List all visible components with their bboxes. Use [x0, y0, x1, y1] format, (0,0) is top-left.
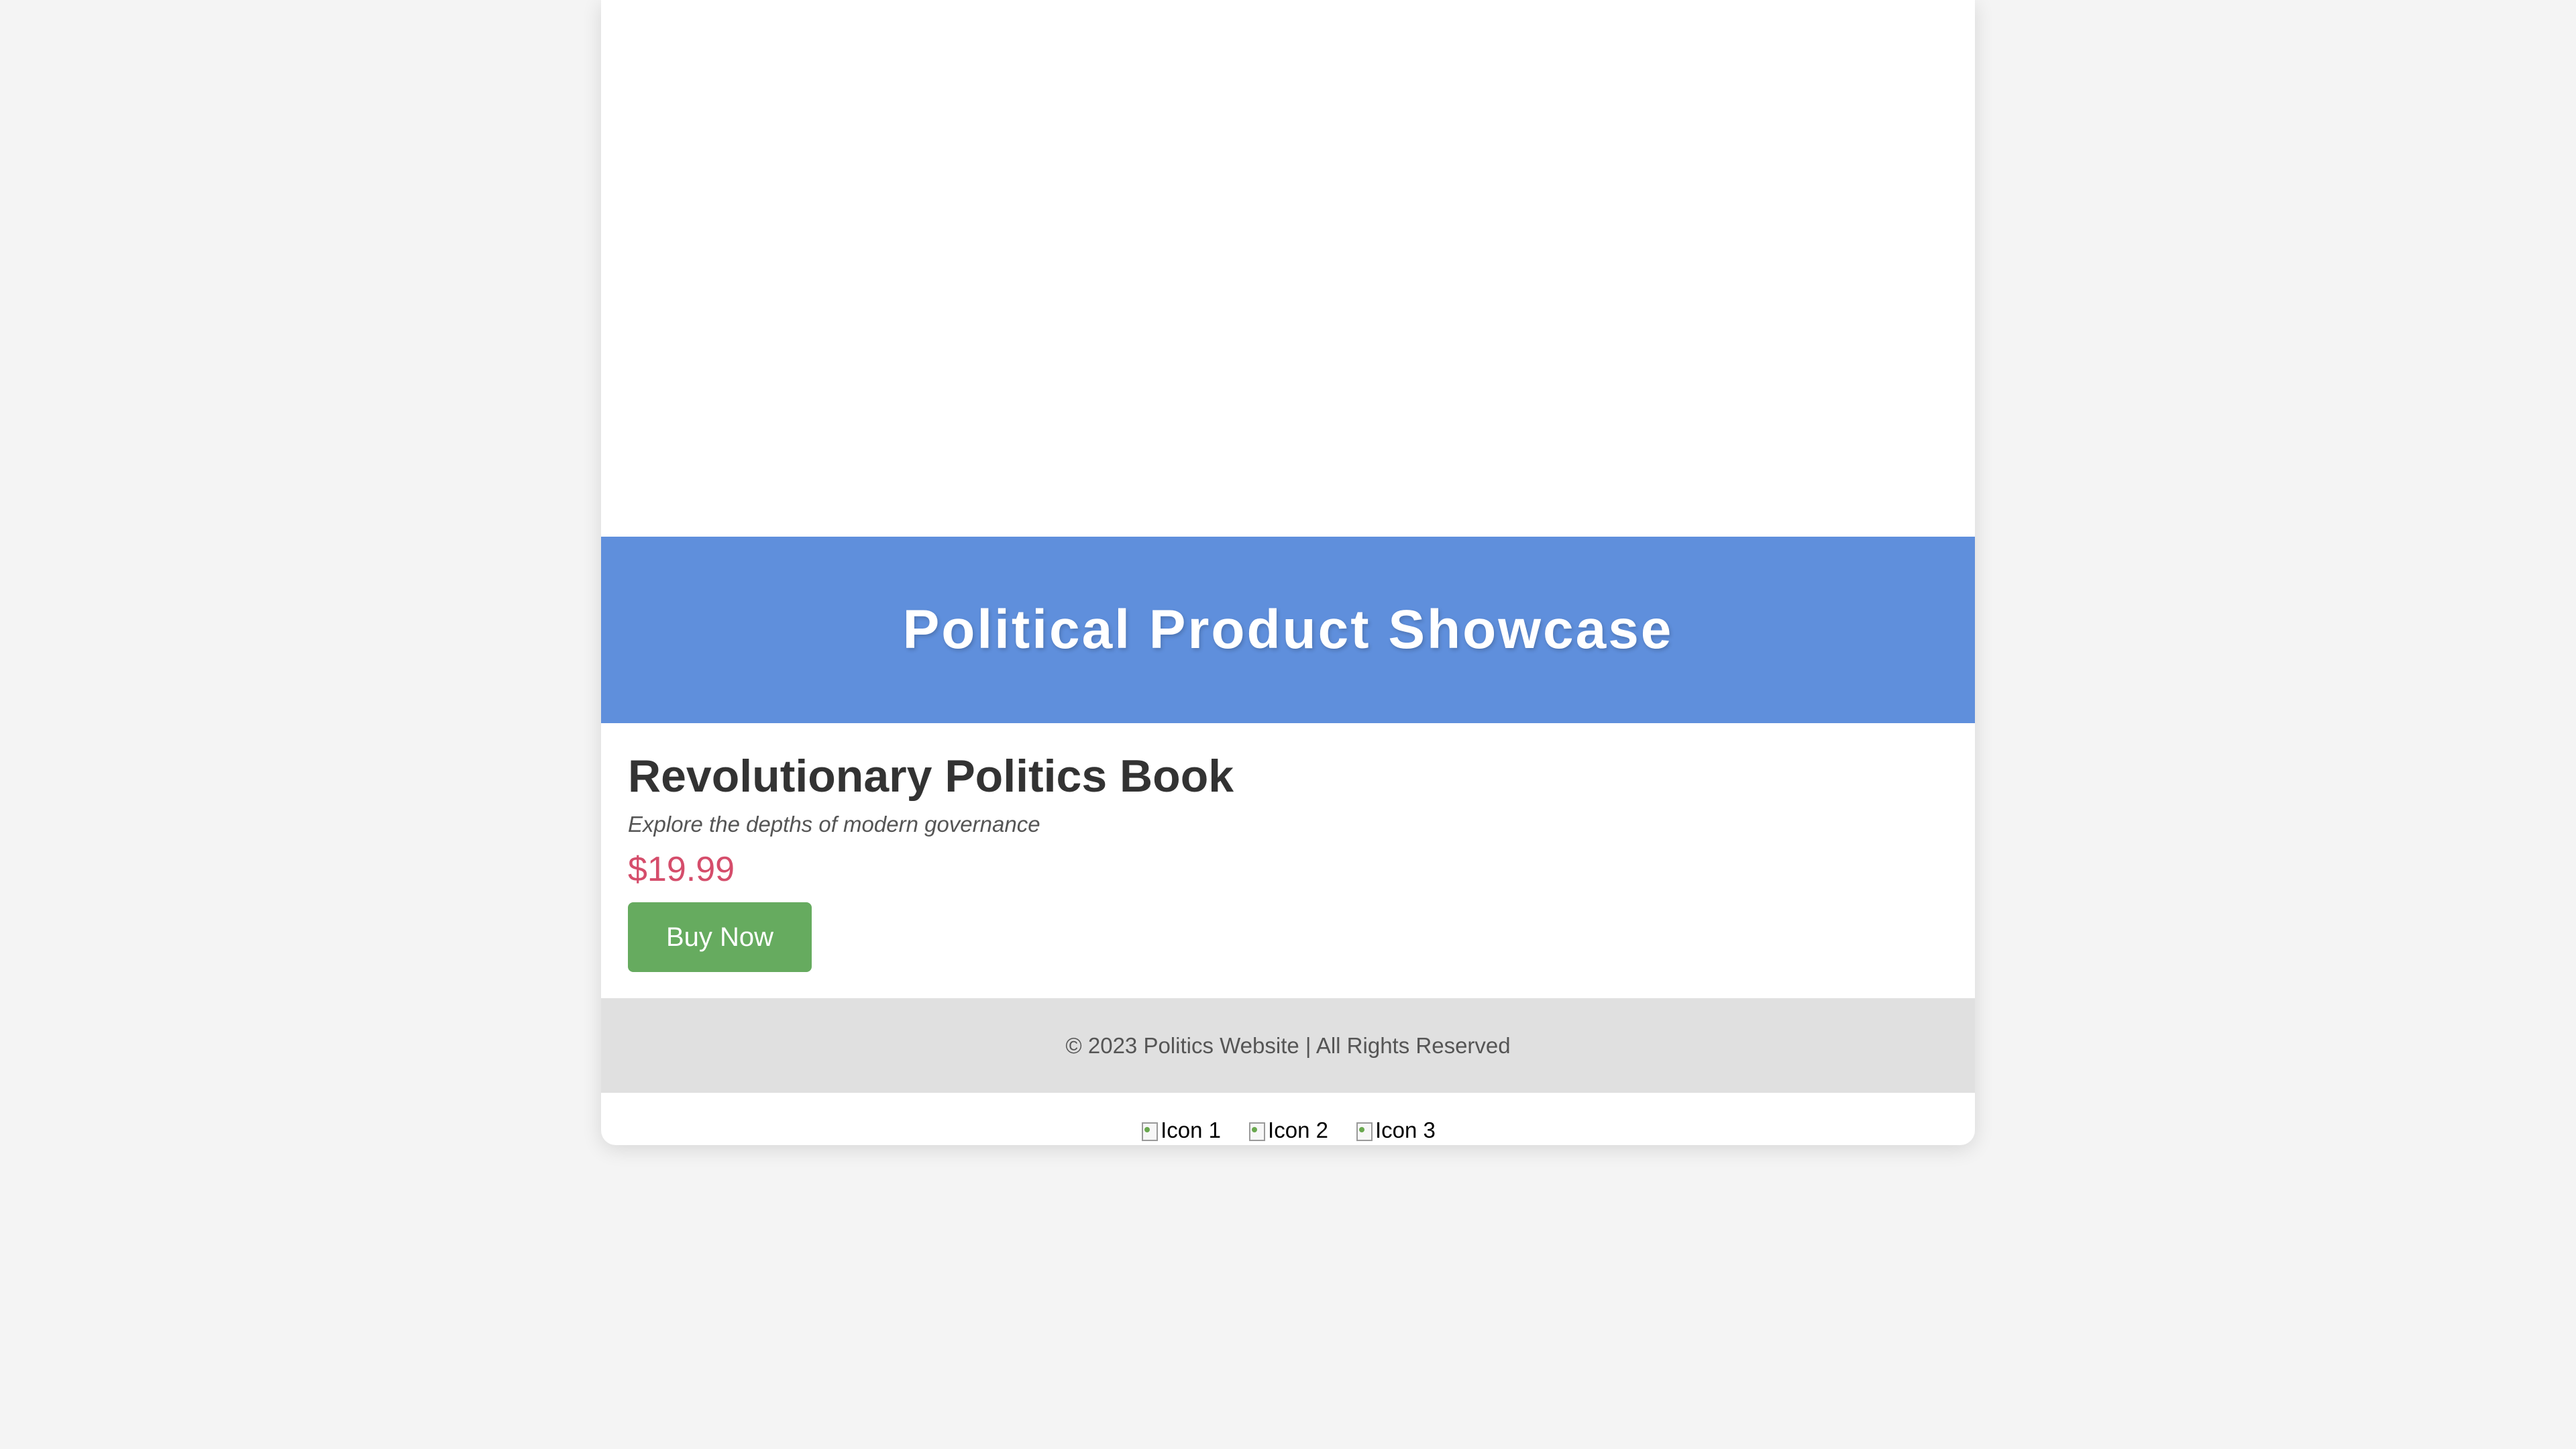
broken-image-icon	[1140, 1120, 1159, 1141]
icon-2[interactable]: Icon 2	[1248, 1114, 1328, 1145]
icon-1[interactable]: Icon 1	[1140, 1114, 1221, 1145]
product-image-area	[601, 0, 1975, 537]
footer: © 2023 Politics Website | All Rights Res…	[601, 998, 1975, 1093]
icon-2-alt: Icon 2	[1268, 1118, 1328, 1142]
product-card: Political Product Showcase Revolutionary…	[601, 0, 1975, 1145]
social-icons: Icon 1 Icon 2 Icon 3	[601, 1114, 1975, 1145]
icon-3-alt: Icon 3	[1375, 1118, 1436, 1142]
icon-1-alt: Icon 1	[1161, 1118, 1222, 1142]
header-banner: Political Product Showcase	[601, 537, 1975, 723]
page-title: Political Product Showcase	[902, 599, 1674, 660]
broken-image-icon	[1355, 1120, 1373, 1141]
broken-image-icon	[1248, 1120, 1266, 1141]
footer-copyright: © 2023 Politics Website | All Rights Res…	[1065, 1032, 1511, 1058]
product-price: $19.99	[628, 850, 735, 889]
product-details: Revolutionary Politics Book Explore the …	[628, 723, 1948, 998]
buy-now-button[interactable]: Buy Now	[628, 902, 812, 972]
product-tagline: Explore the depths of modern governance	[628, 812, 1040, 837]
product-name: Revolutionary Politics Book	[628, 751, 1234, 802]
icon-3[interactable]: Icon 3	[1355, 1114, 1436, 1145]
